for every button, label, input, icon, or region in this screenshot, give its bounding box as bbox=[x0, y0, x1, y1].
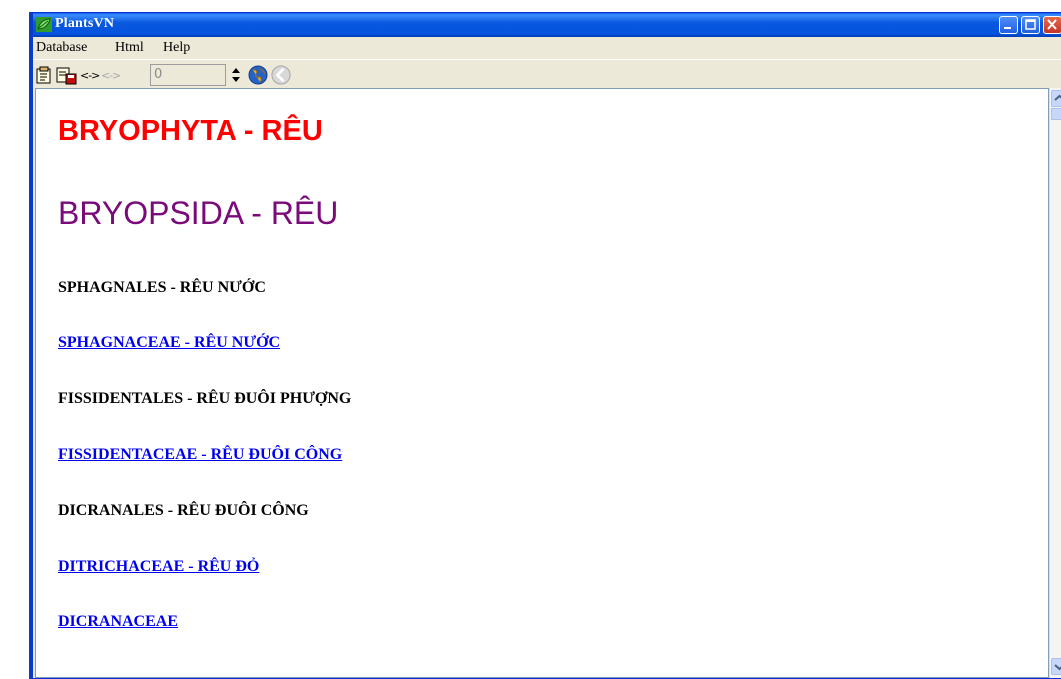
family-link[interactable]: DITRICHACEAE - RÊU ĐỎ bbox=[58, 558, 259, 576]
order-heading: SPHAGNALES - RÊU NƯỚC bbox=[58, 279, 266, 296]
family-link[interactable]: DICRANACEAE bbox=[58, 613, 178, 631]
nav-disabled-button[interactable]: <-> bbox=[101, 69, 121, 82]
close-button[interactable] bbox=[1043, 16, 1061, 34]
window-title: PlantsVN bbox=[55, 16, 115, 31]
spinner-arrows-icon[interactable] bbox=[229, 66, 243, 84]
order-heading: FISSIDENTALES - RÊU ĐUÔI PHƯỢNG bbox=[58, 390, 352, 407]
nav-forward-button[interactable]: <-> bbox=[80, 69, 100, 82]
vertical-scrollbar[interactable] bbox=[1049, 88, 1061, 678]
scroll-thumb[interactable] bbox=[1051, 108, 1061, 120]
family-link[interactable]: SPHAGNACEAE - RÊU NƯỚC bbox=[58, 334, 280, 352]
menu-bar: Database Html Help bbox=[33, 37, 1061, 59]
phylum-heading: BRYOPHYTA - RÊU bbox=[58, 115, 323, 147]
minimize-icon bbox=[1004, 27, 1011, 29]
maximize-button[interactable] bbox=[1021, 16, 1040, 34]
title-bar[interactable]: PlantsVN bbox=[33, 13, 1061, 37]
back-arrow-icon[interactable] bbox=[270, 65, 292, 85]
family-link[interactable]: FISSIDENTACEAE - RÊU ĐUÔI CÔNG bbox=[58, 446, 342, 464]
maximize-icon bbox=[1025, 19, 1036, 30]
app-window: PlantsVN Database Html Help <-> <-> 0 BR… bbox=[29, 12, 1061, 679]
menu-html[interactable]: Html bbox=[115, 40, 144, 56]
close-icon bbox=[1047, 19, 1057, 30]
minimize-button[interactable] bbox=[999, 16, 1018, 34]
page-spin-input[interactable]: 0 bbox=[150, 64, 226, 86]
scroll-up-button[interactable] bbox=[1051, 90, 1061, 107]
class-heading: BRYOPSIDA - RÊU bbox=[58, 195, 339, 231]
chevron-up-icon bbox=[1054, 94, 1061, 101]
save-icon[interactable] bbox=[56, 65, 78, 85]
globe-icon[interactable] bbox=[248, 65, 268, 85]
html-content-pane[interactable]: BRYOPHYTA - RÊU BRYOPSIDA - RÊU SPHAGNAL… bbox=[35, 88, 1049, 678]
menu-help[interactable]: Help bbox=[163, 40, 190, 56]
leaf-app-icon bbox=[36, 17, 52, 32]
scroll-down-button[interactable] bbox=[1051, 658, 1061, 675]
copy-icon[interactable] bbox=[36, 65, 54, 85]
menu-database[interactable]: Database bbox=[36, 40, 87, 56]
order-heading: DICRANALES - RÊU ĐUÔI CÔNG bbox=[58, 502, 309, 519]
toolbar: <-> <-> 0 bbox=[33, 59, 1061, 89]
chevron-down-icon bbox=[1054, 664, 1061, 671]
